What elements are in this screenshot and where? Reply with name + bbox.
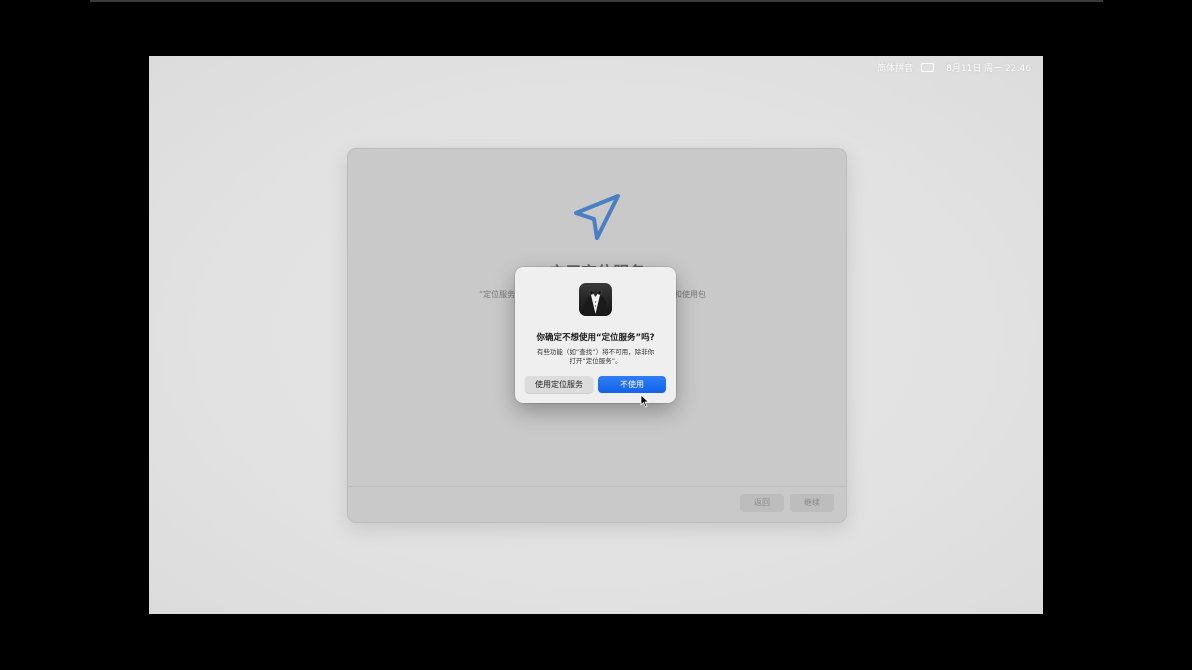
tuxedo-app-icon [579, 283, 612, 316]
dialog-title: 你确定不想使用“定位服务”吗? [536, 333, 655, 343]
menubar-clock[interactable]: 8月11日 周一 22:46 [946, 61, 1031, 74]
location-arrow-icon [574, 194, 620, 240]
dialog-message-line2: 打开“定位服务”。 [569, 357, 622, 365]
use-location-button[interactable]: 使用定位服务 [525, 376, 593, 393]
desktop-screen: 简体拼音 8月11日 周一 22:46 启用定位服务 “定位服务 和使用包 返回… [149, 56, 1043, 614]
input-method-label[interactable]: 简体拼音 [877, 61, 913, 74]
confirm-dialog: 你确定不想使用“定位服务”吗? 有些功能（如“查找”）将不可用，除非你 打开“定… [515, 267, 676, 403]
menubar: 简体拼音 8月11日 周一 22:46 [877, 59, 1031, 75]
keyboard-icon[interactable] [921, 62, 935, 72]
dialog-message-line1: 有些功能（如“查找”）将不可用，除非你 [536, 348, 655, 356]
back-button[interactable]: 返回 [740, 494, 784, 512]
description-text-right: 和使用包 [674, 290, 706, 299]
top-border [90, 0, 1103, 2]
footer-divider [348, 486, 846, 487]
dont-use-button[interactable]: 不使用 [598, 376, 666, 393]
mouse-pointer-icon [640, 394, 649, 408]
description-text-left: “定位服务 [479, 290, 516, 299]
dialog-message: 有些功能（如“查找”）将不可用，除非你 打开“定位服务”。 [529, 348, 662, 366]
continue-button[interactable]: 继续 [790, 494, 834, 512]
